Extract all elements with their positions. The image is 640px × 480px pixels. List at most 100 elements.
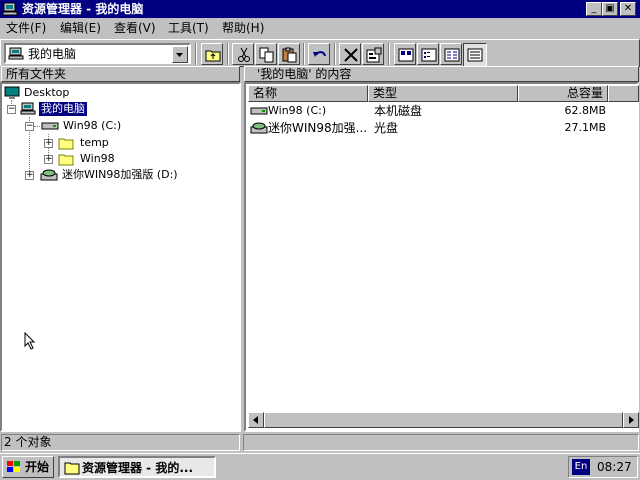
delete-button[interactable] [339, 43, 361, 65]
item-capacity: 27.1MB [564, 121, 606, 134]
address-dropdown-button[interactable] [172, 46, 188, 63]
item-type: 光盘 [374, 121, 399, 135]
status-panel [243, 434, 639, 451]
copy-button[interactable] [255, 43, 277, 65]
folder-icon [58, 138, 74, 150]
list-item[interactable]: Win98 (C:) 本机磁盘 62.8MB [248, 103, 608, 119]
toolbar-separator [195, 43, 197, 65]
expand-toggle[interactable]: + [25, 171, 34, 180]
scroll-left-button[interactable] [248, 412, 264, 428]
toolbar-separator [303, 43, 305, 65]
expand-toggle[interactable]: + [44, 155, 53, 164]
toolbar-separator [388, 43, 390, 65]
menu-bar: 文件(F) 编辑(E) 查看(V) 工具(T) 帮助(H) [0, 19, 640, 37]
expand-toggle[interactable]: + [44, 139, 53, 148]
start-button[interactable]: 开始 [2, 456, 54, 478]
language-indicator[interactable]: En [572, 459, 590, 475]
maximize-button[interactable]: ▣ [602, 2, 618, 16]
toolbar-separator [227, 43, 229, 65]
chevron-down-icon [176, 53, 183, 57]
folder-tree[interactable]: Desktop − 我的电脑 − Win98 (C:) + temp + Win… [0, 82, 241, 432]
copy-icon [259, 47, 274, 63]
scroll-right-button[interactable] [623, 412, 639, 428]
minimize-button[interactable]: _ [586, 2, 602, 16]
paste-icon [282, 47, 297, 63]
scroll-thumb[interactable] [264, 412, 623, 428]
clock[interactable]: 08:27 [597, 457, 632, 477]
cut-button[interactable] [232, 43, 254, 65]
small-icons-view-icon [421, 48, 437, 62]
large-icons-button[interactable] [394, 43, 416, 65]
scissors-icon [238, 47, 250, 62]
mouse-cursor-icon [24, 332, 36, 350]
folder-icon [58, 154, 74, 166]
contents-list[interactable]: 名称 类型 总容量 Win98 (C:) 本机磁盘 62.8MB 迷你WIN98… [244, 82, 639, 432]
window-title: 资源管理器 - 我的电脑 [22, 2, 144, 16]
hard-drive-icon [41, 122, 59, 130]
address-combobox[interactable]: 我的电脑 [4, 43, 191, 64]
contents-header: '我的电脑' 的内容 [244, 66, 639, 82]
details-view-button[interactable] [463, 43, 487, 67]
taskbar: 开始 资源管理器 - 我的... En 08:27 [0, 453, 640, 480]
minimize-icon: _ [591, 3, 597, 14]
all-folders-header: 所有文件夹 [1, 66, 240, 82]
undo-icon [313, 51, 326, 57]
column-header-capacity[interactable]: 总容量 [518, 85, 608, 102]
item-name: 迷你WIN98加强... [268, 121, 368, 135]
cd-drive-icon [250, 122, 268, 134]
tree-label: Desktop [24, 86, 70, 99]
address-value: 我的电脑 [28, 47, 77, 61]
large-icons-view-icon [398, 48, 414, 62]
delete-x-icon [344, 48, 358, 62]
arrow-right-icon [629, 416, 634, 424]
up-one-level-button[interactable] [201, 43, 223, 65]
menu-file[interactable]: 文件(F) [4, 20, 48, 36]
folder-up-icon [205, 50, 221, 62]
task-button-explorer[interactable]: 资源管理器 - 我的... [58, 456, 216, 478]
details-view-icon [467, 48, 483, 62]
restore-icon: ▣ [605, 3, 615, 14]
explorer-icon [64, 462, 80, 475]
item-name: Win98 (C:) [268, 104, 327, 117]
column-header-name[interactable]: 名称 [248, 85, 368, 102]
horizontal-scrollbar[interactable] [248, 412, 639, 428]
close-icon: ✕ [623, 3, 633, 14]
toolbar: 我的电脑 [0, 39, 640, 67]
close-button[interactable]: ✕ [620, 2, 636, 16]
start-label: 开始 [25, 460, 50, 474]
tree-label: 迷你WIN98加强版 (D:) [62, 168, 178, 181]
title-bar[interactable]: 资源管理器 - 我的电脑 _ ▣ ✕ [0, 0, 640, 18]
menu-edit[interactable]: 编辑(E) [58, 20, 103, 36]
desktop-icon [4, 86, 20, 99]
arrow-left-icon [253, 416, 258, 424]
task-label: 资源管理器 - 我的... [82, 461, 194, 475]
status-object-count: 2 个对象 [1, 434, 240, 451]
menu-tools[interactable]: 工具(T) [166, 20, 211, 36]
windows-logo-icon [7, 461, 20, 472]
paste-button[interactable] [278, 43, 300, 65]
column-header-type[interactable]: 类型 [368, 85, 518, 102]
list-view-button[interactable] [440, 43, 462, 65]
computer-icon [2, 1, 18, 17]
tree-label-selected: 我的电脑 [39, 102, 87, 116]
computer-icon [20, 102, 36, 115]
list-item[interactable]: 迷你WIN98加强... 光盘 27.1MB [248, 120, 608, 136]
menu-view[interactable]: 查看(V) [112, 20, 158, 36]
properties-button[interactable] [362, 43, 384, 65]
collapse-toggle[interactable]: − [25, 122, 34, 131]
properties-icon [366, 47, 382, 63]
small-icons-button[interactable] [417, 43, 439, 65]
system-tray: En 08:27 [568, 456, 638, 478]
tree-label: temp [80, 136, 109, 149]
cd-drive-icon [40, 169, 58, 181]
column-header-filler [608, 85, 639, 102]
collapse-toggle[interactable]: − [7, 105, 16, 114]
tree-label: Win98 (C:) [63, 119, 122, 132]
undo-button[interactable] [308, 43, 330, 65]
tree-label: Win98 [80, 152, 115, 165]
tree-line [34, 126, 40, 128]
toolbar-separator [334, 43, 336, 65]
list-view-icon [444, 48, 460, 62]
item-type: 本机磁盘 [374, 104, 423, 118]
menu-help[interactable]: 帮助(H) [220, 20, 266, 36]
